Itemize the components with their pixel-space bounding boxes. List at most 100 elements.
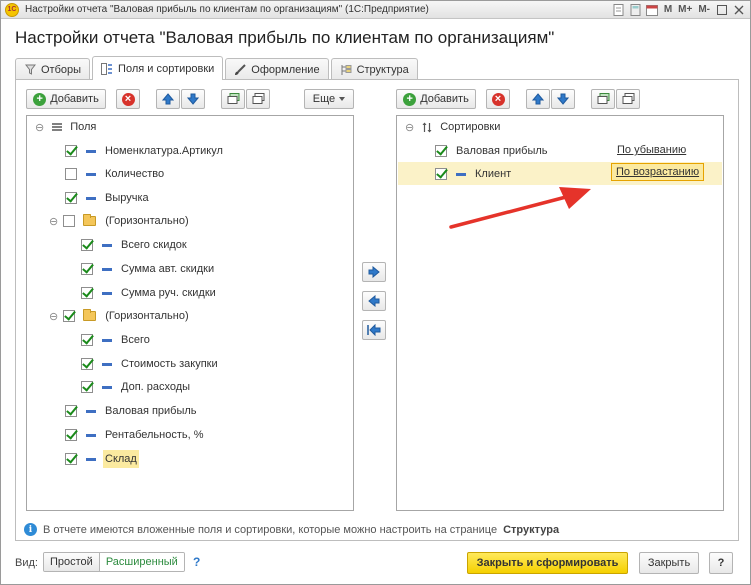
move-up-button[interactable]	[156, 89, 180, 109]
tab-structure[interactable]: Структура	[330, 58, 418, 80]
move-down-button[interactable]	[181, 89, 205, 109]
field-checkbox[interactable]	[81, 263, 93, 275]
add-sort-button[interactable]: + Добавить	[396, 89, 476, 109]
memory-plus-button[interactable]: M+	[676, 4, 694, 15]
title-bar: 1С Настройки отчета "Валовая прибыль по …	[1, 1, 750, 19]
plus-icon: +	[403, 92, 417, 106]
help-button[interactable]: ?	[709, 552, 733, 574]
chevron-down-icon	[339, 97, 346, 101]
group-icon	[597, 93, 609, 104]
field-checkbox[interactable]	[65, 453, 77, 465]
sort-group-button[interactable]	[591, 89, 615, 109]
sort-move-down-button[interactable]	[551, 89, 575, 109]
field-label: Номенклатура.Артикул	[105, 145, 223, 157]
list-item[interactable]: ⊖ (Горизонтально)	[49, 210, 189, 232]
app-logo-icon: 1С	[5, 3, 19, 17]
fields-tree[interactable]: ⊖ Поля Номенклатура.Артикул Количество В…	[26, 115, 354, 511]
structure-link[interactable]: Структура	[503, 524, 559, 536]
sort-move-up-button[interactable]	[526, 89, 550, 109]
field-checkbox[interactable]	[81, 334, 93, 346]
tree-root-label: Поля	[70, 121, 97, 133]
field-icon	[102, 267, 112, 271]
field-checkbox[interactable]	[65, 429, 77, 441]
tab-filters[interactable]: Отборы	[15, 58, 91, 80]
close-button[interactable]: Закрыть	[639, 552, 699, 574]
move-left-button[interactable]	[362, 291, 386, 311]
sort-ungroup-button[interactable]	[616, 89, 640, 109]
field-checkbox[interactable]	[65, 145, 77, 157]
arrow-left-icon	[368, 295, 380, 307]
memory-minus-button[interactable]: M-	[696, 4, 712, 15]
move-all-left-button[interactable]	[362, 320, 386, 340]
list-item[interactable]: Стоимость закупки	[81, 353, 218, 375]
field-icon	[86, 409, 96, 413]
plus-icon: +	[33, 92, 47, 106]
field-label: (Горизонтально)	[105, 310, 189, 322]
list-item[interactable]: Сумма руч. скидки	[81, 282, 216, 304]
calculator-icon[interactable]	[628, 2, 643, 17]
group-icon	[227, 93, 239, 104]
collapse-icon[interactable]: ⊖	[49, 310, 58, 323]
folder-icon	[83, 214, 97, 226]
close-and-build-button[interactable]: Закрыть и сформировать	[467, 552, 628, 574]
field-checkbox[interactable]	[81, 287, 93, 299]
more-button[interactable]: Еще	[304, 89, 354, 109]
list-item[interactable]: Количество	[65, 163, 164, 185]
arrow-down-icon	[187, 93, 199, 105]
sort-checkbox[interactable]	[435, 145, 447, 157]
sort-order-link[interactable]: По убыванию	[617, 144, 686, 156]
document-icon[interactable]	[611, 2, 626, 17]
list-item[interactable]: ⊖ (Горизонтально)	[49, 305, 189, 327]
field-checkbox[interactable]	[65, 405, 77, 417]
sorting-tree[interactable]: ⊖ Сортировки Валовая прибыль По убыванию…	[396, 115, 724, 511]
list-item[interactable]: Сумма авт. скидки	[81, 258, 214, 280]
delete-field-button[interactable]: ×	[116, 89, 140, 109]
collapse-icon[interactable]: ⊖	[405, 121, 414, 134]
field-checkbox[interactable]	[63, 310, 76, 322]
field-checkbox[interactable]	[81, 381, 93, 393]
close-icon[interactable]	[731, 2, 746, 17]
group-button[interactable]	[221, 89, 245, 109]
list-item[interactable]: Всего скидок	[81, 234, 187, 256]
collapse-icon[interactable]: ⊖	[35, 121, 44, 134]
sort-order-dropdown[interactable]: По возрастанию	[611, 163, 705, 181]
list-item[interactable]: Выручка	[65, 187, 149, 209]
field-label: Всего скидок	[121, 239, 187, 251]
list-item[interactable]: Валовая прибыль	[435, 140, 548, 162]
maximize-icon[interactable]	[714, 2, 729, 17]
field-checkbox[interactable]	[81, 358, 93, 370]
calendar-icon[interactable]	[645, 2, 660, 17]
field-label: Выручка	[105, 192, 149, 204]
add-label: Добавить	[50, 93, 99, 105]
list-item[interactable]: Доп. расходы	[81, 376, 190, 398]
view-extended-button[interactable]: Расширенный	[99, 553, 184, 571]
list-item[interactable]: Валовая прибыль	[65, 400, 197, 422]
field-label: Стоимость закупки	[121, 358, 218, 370]
ungroup-button[interactable]	[246, 89, 270, 109]
field-icon	[86, 457, 96, 461]
sort-field-label: Валовая прибыль	[456, 145, 548, 157]
field-checkbox[interactable]	[65, 192, 77, 204]
tab-appearance[interactable]: Оформление	[225, 58, 329, 80]
list-item[interactable]: Номенклатура.Артикул	[65, 140, 223, 162]
field-checkbox[interactable]	[63, 215, 76, 227]
view-switch[interactable]: Простой Расширенный	[43, 552, 185, 572]
field-checkbox[interactable]	[81, 239, 93, 251]
tab-fields-and-sorting[interactable]: Поля и сортировки	[92, 56, 224, 80]
sort-root-row[interactable]: ⊖ Сортировки	[405, 116, 500, 138]
collapse-icon[interactable]: ⊖	[49, 215, 58, 228]
fields-root-row[interactable]: ⊖ Поля	[35, 116, 96, 138]
field-checkbox[interactable]	[65, 168, 77, 180]
list-item[interactable]: Рентабельность, %	[65, 424, 204, 446]
info-message: i В отчете имеются вложенные поля и сорт…	[24, 523, 559, 536]
delete-sort-button[interactable]: ×	[486, 89, 510, 109]
add-field-button[interactable]: + Добавить	[26, 89, 106, 109]
move-right-button[interactable]	[362, 262, 386, 282]
list-item[interactable]: Склад	[65, 448, 139, 470]
view-simple-button[interactable]: Простой	[44, 553, 100, 571]
memory-m-button[interactable]: M	[662, 4, 674, 15]
view-help-icon[interactable]: ?	[193, 555, 200, 569]
list-item[interactable]: Всего	[81, 329, 150, 351]
field-label: Всего	[121, 334, 150, 346]
sort-order-link[interactable]: По возрастанию	[616, 166, 699, 178]
